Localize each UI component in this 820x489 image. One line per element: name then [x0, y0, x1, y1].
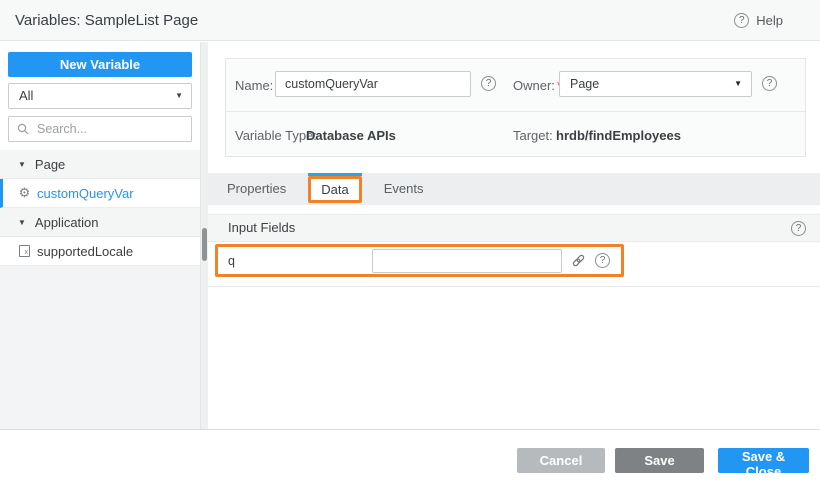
detail-tabbar: Properties Data Events [208, 173, 820, 205]
field-q-help-icon[interactable] [595, 253, 610, 268]
name-label: Name:* [235, 78, 280, 93]
sidebar-empty-area [0, 266, 200, 429]
scrollbar-thumb[interactable] [202, 228, 207, 261]
tree-group-page[interactable]: Page [0, 150, 200, 179]
locale-variable-icon: x [15, 245, 34, 257]
name-input[interactable] [275, 71, 471, 97]
search-icon [17, 123, 29, 135]
tree-group-label: Page [35, 157, 65, 172]
chevron-down-icon [18, 160, 26, 169]
variables-dialog: Variables: SampleList Page Help New Vari… [0, 0, 820, 489]
panel-divider [226, 111, 805, 112]
save-and-close-button[interactable]: Save & Close [718, 448, 809, 473]
input-fields-body: q [208, 242, 820, 287]
variables-tree: Page ⚙ customQueryVar Application x supp… [0, 150, 200, 266]
variable-type-value: Database APIs [306, 128, 396, 143]
variable-filter-value: All [19, 88, 33, 103]
input-fields-help-icon[interactable] [791, 221, 806, 236]
owner-help-icon[interactable] [762, 76, 777, 91]
target-value: hrdb/findEmployees [556, 128, 681, 143]
owner-select[interactable]: Page [559, 71, 752, 97]
name-help-icon[interactable] [481, 76, 496, 91]
save-button[interactable]: Save [615, 448, 704, 473]
input-fields-header: Input Fields [208, 214, 820, 242]
field-q-input[interactable] [372, 249, 562, 273]
tree-group-application[interactable]: Application [0, 208, 200, 237]
target-label: Target: [513, 128, 553, 143]
owner-value: Page [570, 77, 599, 91]
tree-item-supportedlocale[interactable]: x supportedLocale [0, 237, 200, 266]
variable-type-label: Variable Type: [235, 128, 317, 143]
field-label-q: q [228, 254, 372, 268]
variable-search [8, 116, 192, 142]
dialog-header: Variables: SampleList Page Help [0, 0, 820, 41]
input-fields-title: Input Fields [228, 215, 295, 241]
tree-group-label: Application [35, 215, 99, 230]
variable-filter-select[interactable]: All [8, 83, 192, 109]
help-icon [734, 13, 749, 28]
search-input[interactable] [35, 121, 183, 137]
new-variable-button[interactable]: New Variable [8, 52, 192, 77]
owner-label: Owner:* [513, 78, 562, 93]
chevron-down-icon [175, 84, 183, 108]
cancel-button[interactable]: Cancel [517, 448, 605, 473]
chevron-down-icon [734, 72, 742, 96]
input-row-annotation-box: q [215, 244, 624, 277]
active-tab-indicator [308, 173, 361, 176]
variable-detail-pane: Name:* Owner:* Page Variable Type: Datab… [208, 42, 820, 429]
service-variable-icon: ⚙ [15, 185, 34, 201]
tab-properties[interactable]: Properties [214, 173, 299, 205]
dialog-footer: Cancel Save Save & Close [0, 429, 820, 489]
tab-events[interactable]: Events [371, 173, 437, 205]
tree-item-customqueryvar[interactable]: ⚙ customQueryVar [0, 179, 200, 208]
tab-data[interactable]: Data [308, 176, 361, 203]
variables-sidebar: New Variable All Page ⚙ customQueryVar [0, 42, 200, 429]
help-label: Help [756, 13, 783, 28]
sidebar-scrollbar[interactable] [200, 42, 208, 429]
page-title: Variables: SampleList Page [15, 0, 198, 41]
tab-data-annotation: Data [308, 176, 361, 203]
bind-link-icon[interactable] [571, 253, 586, 268]
help-button[interactable]: Help [734, 0, 783, 41]
tree-item-label: customQueryVar [37, 186, 134, 201]
variable-summary-panel: Name:* Owner:* Page Variable Type: Datab… [225, 58, 806, 157]
chevron-down-icon [18, 218, 26, 227]
tree-item-label: supportedLocale [37, 244, 133, 259]
